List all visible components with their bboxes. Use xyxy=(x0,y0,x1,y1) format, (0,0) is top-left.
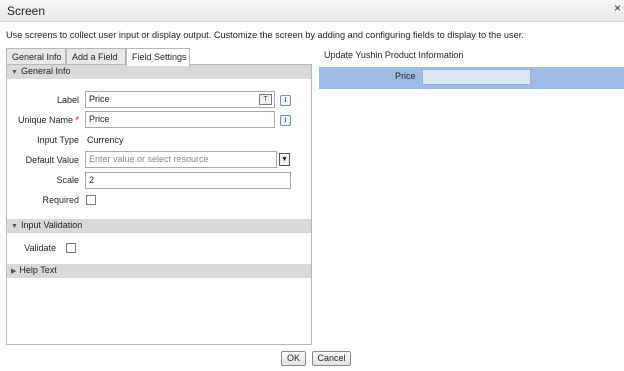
section-label: Input Validation xyxy=(20,220,83,230)
expanded-triangle-icon: ▼ xyxy=(11,69,18,76)
expanded-triangle-icon: ▼ xyxy=(11,223,18,230)
dialog-description: Use screens to collect user input or dis… xyxy=(6,30,524,40)
required-star: * xyxy=(75,115,79,125)
validate-checkbox[interactable] xyxy=(66,243,76,253)
scale-input[interactable]: 2 xyxy=(85,172,291,189)
default-value-input[interactable]: Enter value or select resource xyxy=(85,151,277,168)
tab-add-a-field[interactable]: Add a Field xyxy=(66,48,126,65)
section-general-info[interactable]: ▼ General Info xyxy=(7,65,311,79)
unique-name-text: Unique Name xyxy=(17,115,73,125)
field-settings-panel: ▼ General Info Label Price T i Unique Nam… xyxy=(6,64,312,345)
tab-label: Add a Field xyxy=(72,52,118,62)
collapsed-triangle-icon: ▶ xyxy=(11,268,17,275)
section-label: Help Text xyxy=(19,265,57,275)
info-icon[interactable]: i xyxy=(280,95,291,106)
tab-label: Field Settings xyxy=(132,52,187,62)
ok-button[interactable]: OK xyxy=(281,351,306,366)
section-label: General Info xyxy=(20,66,71,76)
section-help-text[interactable]: ▶ Help Text xyxy=(7,264,311,278)
scale-label: Scale xyxy=(56,175,79,185)
preview-title: Update Yushin Product Information xyxy=(324,50,464,60)
unique-name-label: Unique Name * xyxy=(7,115,79,125)
dialog-titlebar: Screen × xyxy=(0,0,624,22)
required-checkbox[interactable] xyxy=(86,195,96,205)
preview-field-row[interactable]: Price xyxy=(319,67,624,89)
unique-name-input[interactable]: Price xyxy=(85,111,275,128)
preview-field-label: Price xyxy=(395,71,416,81)
tab-label: General Info xyxy=(12,52,62,62)
info-icon[interactable]: i xyxy=(280,115,291,126)
required-label: Required xyxy=(42,195,79,205)
preview-field-input[interactable] xyxy=(422,69,531,85)
tab-general-info[interactable]: General Info xyxy=(6,48,66,65)
tab-field-settings[interactable]: Field Settings xyxy=(126,48,190,66)
label-field-label: Label xyxy=(56,95,79,105)
validate-label: Validate xyxy=(24,243,56,253)
input-type-value: Currency xyxy=(87,135,124,145)
resource-picker-icon[interactable]: T xyxy=(259,94,272,105)
close-icon[interactable]: × xyxy=(614,2,621,14)
chevron-down-icon[interactable]: ▼ xyxy=(279,153,290,166)
label-input[interactable]: Price xyxy=(85,91,275,108)
default-value-label: Default Value xyxy=(25,155,79,165)
cancel-button[interactable]: Cancel xyxy=(312,351,351,366)
input-type-label: Input Type xyxy=(37,135,79,145)
section-input-validation[interactable]: ▼ Input Validation xyxy=(7,219,311,233)
dialog-title: Screen xyxy=(7,4,46,18)
